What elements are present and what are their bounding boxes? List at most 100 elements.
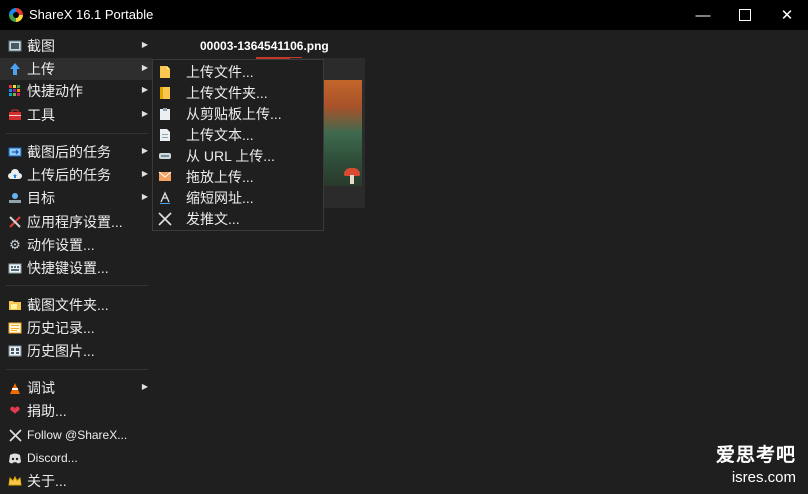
gear-icon: ⚙ bbox=[9, 237, 21, 252]
submenu-item-upload-folder[interactable]: 上传文件夹... bbox=[153, 82, 323, 103]
submenu-arrow-icon: ▶ bbox=[141, 40, 148, 49]
submenu-arrow-icon: ▶ bbox=[141, 146, 148, 155]
submenu-item-shorten-url[interactable]: 缩短网址... bbox=[153, 187, 323, 208]
submenu-item-label: 拖放上传... bbox=[186, 168, 254, 185]
debug-cone-icon bbox=[8, 381, 22, 395]
main-menu: 截图 ▶ 上传 ▶ 快捷动作 ▶ 工具 ▶ 截图后的任务 ▶ 上传后的任务 ▶ … bbox=[0, 30, 152, 494]
url-icon bbox=[158, 149, 172, 163]
wrench-icon bbox=[8, 215, 22, 229]
x-logo-icon bbox=[8, 428, 22, 442]
history-icon bbox=[8, 321, 22, 335]
menu-item-label: 调试 bbox=[27, 380, 55, 396]
menu-separator bbox=[6, 133, 148, 134]
title-bar: ShareX 16.1 Portable — ✕ bbox=[0, 0, 808, 30]
menu-item-label: Discord... bbox=[27, 451, 78, 465]
menu-item-label: 快捷动作 bbox=[27, 83, 83, 99]
menu-item-label: 捐助... bbox=[27, 403, 67, 419]
menu-item-label: 关于... bbox=[27, 473, 67, 489]
menu-separator bbox=[6, 285, 148, 286]
menu-item-task-settings[interactable]: ⚙ 动作设置... bbox=[0, 234, 152, 256]
x-logo-icon bbox=[158, 211, 172, 226]
menu-item-debug[interactable]: 调试 ▶ bbox=[0, 377, 152, 399]
submenu-arrow-icon: ▶ bbox=[141, 382, 148, 391]
destination-icon bbox=[8, 191, 22, 205]
menu-item-label: 上传 bbox=[27, 61, 55, 77]
menu-item-hotkey-settings[interactable]: 快捷键设置... bbox=[0, 257, 152, 279]
submenu-item-label: 从 URL 上传... bbox=[186, 147, 275, 164]
submenu-item-upload-file[interactable]: 上传文件... bbox=[153, 61, 323, 82]
menu-item-label: 快捷键设置... bbox=[27, 260, 109, 276]
menu-item-label: 上传后的任务 bbox=[27, 167, 111, 183]
menu-item-label: 历史记录... bbox=[27, 320, 95, 336]
submenu-item-tweet[interactable]: 发推文... bbox=[153, 208, 323, 229]
folder-upload-icon bbox=[158, 86, 172, 100]
minimize-button[interactable]: — bbox=[680, 0, 726, 30]
preview-filename: 00003-1364541106.png bbox=[200, 39, 329, 53]
toolbox-icon bbox=[8, 108, 22, 122]
submenu-item-label: 上传文件... bbox=[186, 63, 254, 80]
submenu-arrow-icon: ▶ bbox=[141, 63, 148, 72]
file-upload-icon bbox=[158, 65, 172, 79]
grid-icon bbox=[8, 84, 22, 98]
submenu-item-label: 从剪贴板上传... bbox=[186, 105, 282, 122]
text-document-icon bbox=[158, 128, 172, 142]
menu-item-capture[interactable]: 截图 ▶ bbox=[0, 35, 152, 57]
submenu-item-upload-url[interactable]: 从 URL 上传... bbox=[153, 145, 323, 166]
menu-item-label: Follow @ShareX... bbox=[27, 428, 128, 442]
menu-item-quick-actions[interactable]: 快捷动作 ▶ bbox=[0, 80, 152, 102]
menu-item-label: 应用程序设置... bbox=[27, 214, 123, 230]
menu-item-label: 截图 bbox=[27, 38, 55, 54]
submenu-item-label: 上传文本... bbox=[186, 126, 254, 143]
screenshot-icon bbox=[8, 39, 22, 53]
menu-item-discord[interactable]: Discord... bbox=[0, 447, 152, 469]
keyboard-icon bbox=[8, 261, 22, 275]
submenu-arrow-icon: ▶ bbox=[141, 109, 148, 118]
drag-drop-icon bbox=[158, 170, 172, 184]
watermark-title: 爱思考吧 bbox=[715, 445, 796, 466]
upload-arrow-icon bbox=[8, 62, 22, 76]
thumbnail-mushroom-stem bbox=[350, 175, 354, 184]
cloud-upload-icon bbox=[8, 168, 22, 182]
submenu-item-label: 发推文... bbox=[186, 210, 240, 227]
window-title: ShareX 16.1 Portable bbox=[29, 7, 154, 22]
menu-item-donate[interactable]: ❤ 捐助... bbox=[0, 400, 152, 422]
submenu-item-label: 上传文件夹... bbox=[186, 84, 268, 101]
submenu-item-upload-text[interactable]: 上传文本... bbox=[153, 124, 323, 145]
menu-item-destinations[interactable]: 目标 ▶ bbox=[0, 187, 152, 209]
menu-item-app-settings[interactable]: 应用程序设置... bbox=[0, 211, 152, 233]
image-history-icon bbox=[8, 344, 22, 358]
maximize-icon bbox=[739, 9, 751, 21]
sharex-logo-icon bbox=[9, 8, 23, 22]
submenu-item-upload-clipboard[interactable]: 从剪贴板上传... bbox=[153, 103, 323, 124]
menu-item-label: 工具 bbox=[27, 107, 55, 123]
crown-icon bbox=[8, 474, 22, 488]
after-capture-icon bbox=[8, 145, 22, 159]
menu-item-after-upload[interactable]: 上传后的任务 ▶ bbox=[0, 164, 152, 186]
menu-item-image-history[interactable]: 历史图片... bbox=[0, 340, 152, 362]
menu-separator bbox=[6, 369, 148, 370]
menu-item-screenshots-folder[interactable]: 截图文件夹... bbox=[0, 294, 152, 316]
menu-item-label: 历史图片... bbox=[27, 343, 95, 359]
menu-item-upload[interactable]: 上传 ▶ bbox=[0, 58, 152, 80]
menu-item-follow-x[interactable]: Follow @ShareX... bbox=[0, 424, 152, 446]
menu-item-after-capture[interactable]: 截图后的任务 ▶ bbox=[0, 141, 152, 163]
menu-item-about[interactable]: 关于... bbox=[0, 470, 152, 492]
folder-icon bbox=[8, 298, 22, 312]
submenu-arrow-icon: ▶ bbox=[141, 85, 148, 94]
menu-item-label: 目标 bbox=[27, 190, 55, 206]
menu-item-label: 截图文件夹... bbox=[27, 297, 109, 313]
menu-item-label: 动作设置... bbox=[27, 237, 95, 253]
submenu-arrow-icon: ▶ bbox=[141, 169, 148, 178]
submenu-arrow-icon: ▶ bbox=[141, 192, 148, 201]
menu-item-history[interactable]: 历史记录... bbox=[0, 317, 152, 339]
maximize-button[interactable] bbox=[722, 0, 768, 30]
clipboard-icon bbox=[158, 107, 172, 121]
upload-submenu: 上传文件... 上传文件夹... 从剪贴板上传... 上传文本... 从 URL… bbox=[152, 59, 324, 231]
watermark: 爱思考吧 isres.com bbox=[716, 440, 796, 486]
submenu-item-drag-drop[interactable]: 拖放上传... bbox=[153, 166, 323, 187]
close-button[interactable]: ✕ bbox=[764, 0, 808, 30]
menu-item-label: 截图后的任务 bbox=[27, 144, 111, 160]
menu-item-tools[interactable]: 工具 ▶ bbox=[0, 104, 152, 126]
submenu-item-label: 缩短网址... bbox=[186, 189, 254, 206]
discord-icon bbox=[8, 451, 22, 465]
